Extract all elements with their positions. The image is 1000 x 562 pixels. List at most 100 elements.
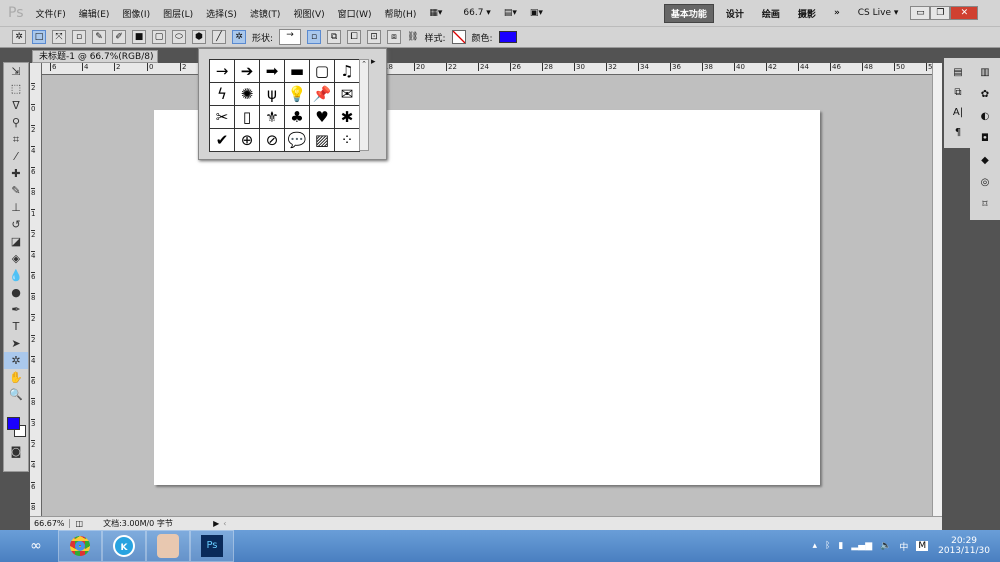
arrange-icon[interactable]: ▤▾ xyxy=(504,8,517,18)
shape-option[interactable]: ⊕ xyxy=(235,129,259,151)
move-tool-icon[interactable]: ⇲ xyxy=(4,63,28,80)
hscroll-left[interactable]: ‹ xyxy=(223,519,226,528)
picker-menu-icon[interactable]: ▸ xyxy=(371,57,376,67)
clock[interactable]: 20:29 2013/11/30 xyxy=(938,536,990,556)
workspace-essentials[interactable]: 基本功能 xyxy=(663,3,714,23)
menu-layer[interactable]: 图层(L) xyxy=(163,7,193,20)
dodge-tool-icon[interactable]: ● xyxy=(4,284,28,301)
shape-option[interactable]: ⚜ xyxy=(260,106,284,128)
vertical-scrollbar[interactable] xyxy=(932,63,942,516)
workspace-design[interactable]: 设计 xyxy=(720,5,750,22)
paths-icon[interactable]: ⤧ xyxy=(52,30,66,44)
screen-mode-icon[interactable]: ▣▾ xyxy=(530,8,543,18)
shape-option[interactable]: 💡 xyxy=(285,83,309,105)
rectangle-icon[interactable]: ■ xyxy=(132,30,146,44)
shape-option[interactable]: ϟ xyxy=(210,83,234,105)
brush-tool-icon[interactable]: ✎ xyxy=(4,182,28,199)
quick-mask-icon[interactable]: ◙ xyxy=(4,443,28,460)
channels-icon[interactable]: ◎ xyxy=(974,174,996,192)
hand-tool-icon[interactable]: ✋ xyxy=(4,369,28,386)
pen-tool-icon[interactable]: ✒ xyxy=(4,301,28,318)
history-icon[interactable]: ▤ xyxy=(947,64,969,82)
cs-live-button[interactable]: CS Live ▾ xyxy=(852,6,905,20)
shape-option[interactable]: ▨ xyxy=(310,129,334,151)
shape-option[interactable]: ▬ xyxy=(285,60,309,82)
zoom-tool-icon[interactable]: 🔍 xyxy=(4,386,28,403)
paint-bucket-tool-icon[interactable]: ◈ xyxy=(4,250,28,267)
ime-lang[interactable]: 中 xyxy=(899,540,908,553)
shape-option[interactable]: ψ xyxy=(260,83,284,105)
bridge-icon[interactable]: ▦▾ xyxy=(429,8,442,18)
rounded-rectangle-icon[interactable]: ▢ xyxy=(152,30,166,44)
shape-option[interactable]: ➡ xyxy=(260,60,284,82)
history-brush-tool-icon[interactable]: ↺ xyxy=(4,216,28,233)
shape-option[interactable]: ▯ xyxy=(235,106,259,128)
ellipse-icon[interactable]: ⬭ xyxy=(172,30,186,44)
style-picker[interactable] xyxy=(451,30,466,44)
zoom-select[interactable]: 66.7 ▾ xyxy=(463,8,490,18)
shape-picker-button[interactable]: → xyxy=(279,29,302,45)
custom-shape-icon[interactable]: ✲ xyxy=(232,30,246,44)
shape-option[interactable]: ✱ xyxy=(335,106,359,128)
layers-icon[interactable]: ◆ xyxy=(974,152,996,170)
close-button[interactable]: ✕ xyxy=(950,6,979,20)
pen-icon[interactable]: ✎ xyxy=(92,30,106,44)
shape-option[interactable]: ➔ xyxy=(235,60,259,82)
crop-tool-icon[interactable]: ⌗ xyxy=(4,131,28,148)
link-icon[interactable]: ⛓ xyxy=(407,32,418,42)
shape-option[interactable]: ✂ xyxy=(210,106,234,128)
eraser-tool-icon[interactable]: ◪ xyxy=(4,233,28,250)
healing-brush-tool-icon[interactable]: ✚ xyxy=(4,165,28,182)
line-icon[interactable]: ╱ xyxy=(212,30,226,44)
status-menu-arrow[interactable]: ▶ xyxy=(213,519,219,528)
workspace-photography[interactable]: 摄影 xyxy=(792,5,822,22)
shape-layers-icon[interactable]: □ xyxy=(32,30,46,44)
shape-option[interactable]: → xyxy=(210,60,234,82)
shape-option[interactable]: ✔ xyxy=(210,129,234,151)
character-icon[interactable]: A| xyxy=(947,104,969,122)
tool-preset-icon[interactable]: ✲ xyxy=(12,30,26,44)
quick-select-tool-icon[interactable]: ⚲ xyxy=(4,114,28,131)
polygon-icon[interactable]: ⬢ xyxy=(192,30,206,44)
shape-option[interactable]: 💬 xyxy=(285,129,309,151)
shape-option[interactable]: ✉ xyxy=(335,83,359,105)
status-zoom[interactable]: 66.67% xyxy=(30,519,70,528)
avatar-app-icon[interactable] xyxy=(146,530,190,562)
ime-icon[interactable]: M xyxy=(916,541,929,551)
intersect-mode-icon[interactable]: ⊡ xyxy=(367,30,382,44)
masks-icon[interactable]: ◘ xyxy=(974,130,996,148)
adjustments-icon[interactable]: ◐ xyxy=(974,108,996,126)
exclude-mode-icon[interactable]: ⧈ xyxy=(387,30,402,44)
marquee-tool-icon[interactable]: ⬚ xyxy=(4,80,28,97)
paragraph-icon[interactable]: ¶ xyxy=(947,124,969,142)
blur-tool-icon[interactable]: 💧 xyxy=(4,267,28,284)
k-app-icon[interactable]: K xyxy=(102,530,146,562)
volume-icon[interactable]: 🔈 xyxy=(880,541,891,551)
photoshop-icon[interactable]: Ps xyxy=(190,530,234,562)
minimize-button[interactable]: ▭ xyxy=(910,6,931,20)
bluetooth-icon[interactable]: ᛒ xyxy=(825,541,830,551)
stamp-tool-icon[interactable]: ⊥ xyxy=(4,199,28,216)
menu-image[interactable]: 图像(I) xyxy=(122,7,150,20)
shape-option[interactable]: ⁘ xyxy=(335,129,359,151)
workspace-painting[interactable]: 绘画 xyxy=(756,5,786,22)
subtract-mode-icon[interactable]: ⧠ xyxy=(347,30,362,44)
menu-help[interactable]: 帮助(H) xyxy=(385,7,417,20)
shape-option[interactable]: 📌 xyxy=(310,83,334,105)
shape-option[interactable]: ♥ xyxy=(310,106,334,128)
signal-icon[interactable]: ▂▄▆ xyxy=(851,541,872,551)
actions-icon[interactable]: ⧉ xyxy=(947,84,969,102)
custom-shape-tool-icon[interactable]: ✲ xyxy=(4,352,28,369)
freeform-pen-icon[interactable]: ✐ xyxy=(112,30,126,44)
document-canvas[interactable] xyxy=(154,110,820,485)
start-icon[interactable]: ∞ xyxy=(14,530,58,562)
color-panel-icon[interactable]: ✿ xyxy=(974,86,996,104)
new-layer-mode-icon[interactable]: ▫ xyxy=(307,30,322,44)
tray-expand-icon[interactable]: ▴ xyxy=(812,541,817,551)
shape-option[interactable]: ⊘ xyxy=(260,129,284,151)
chrome-icon[interactable] xyxy=(58,530,102,562)
menu-filter[interactable]: 滤镜(T) xyxy=(250,7,281,20)
shape-option[interactable]: ♫ xyxy=(335,60,359,82)
shape-option[interactable]: ♣ xyxy=(285,106,309,128)
foreground-color-swatch[interactable] xyxy=(7,417,20,430)
